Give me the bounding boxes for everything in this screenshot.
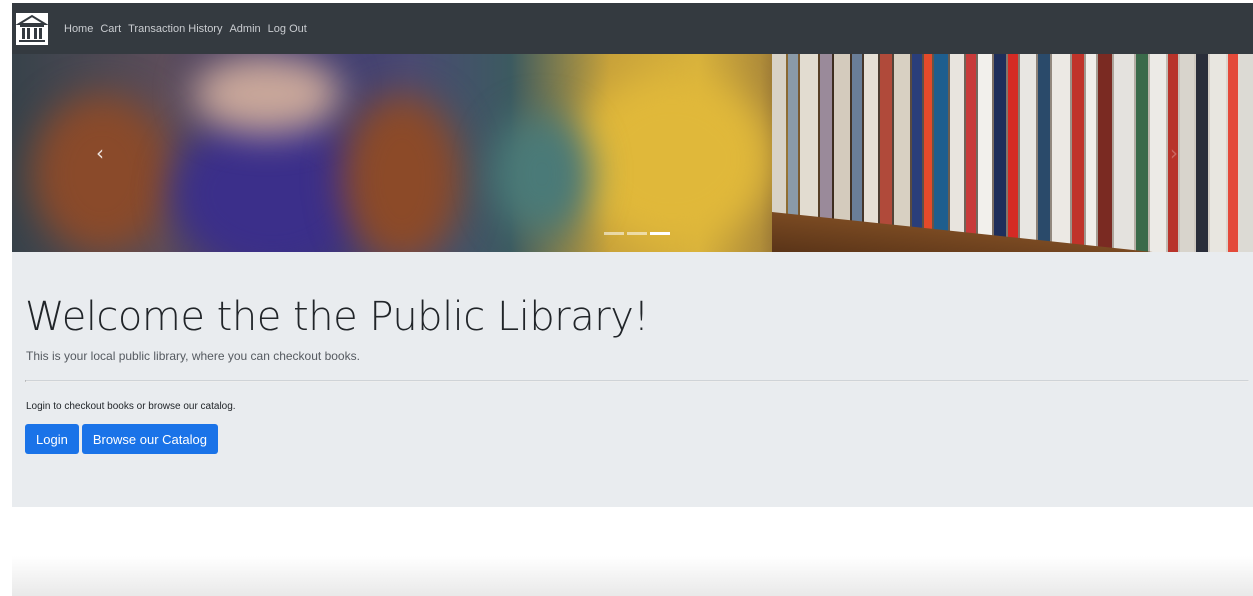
library-building-icon xyxy=(16,12,48,45)
welcome-jumbotron: Welcome the the Public Library! This is … xyxy=(12,252,1253,507)
page-title: Welcome the the Public Library! xyxy=(25,294,649,340)
brand-logo[interactable] xyxy=(15,12,49,46)
navbar: Home Cart Transaction History Admin Log … xyxy=(12,3,1253,54)
carousel-indicator-1[interactable] xyxy=(604,232,624,235)
login-button[interactable]: Login xyxy=(25,424,79,454)
carousel-indicator-3[interactable] xyxy=(650,232,670,235)
nav-link-admin[interactable]: Admin xyxy=(229,23,260,35)
nav-link-log-out[interactable]: Log Out xyxy=(268,23,307,35)
hero-carousel: ‹ › xyxy=(12,54,1253,252)
login-prompt: Login to checkout books or browse our ca… xyxy=(26,401,236,412)
nav-links: Home Cart Transaction History Admin Log … xyxy=(64,23,314,35)
carousel-slide-image xyxy=(12,54,1253,252)
page-footer-area xyxy=(12,556,1253,596)
browse-catalog-button[interactable]: Browse our Catalog xyxy=(81,424,218,454)
carousel-indicator-2[interactable] xyxy=(627,232,647,235)
action-buttons: Login Browse our Catalog xyxy=(25,424,218,454)
nav-link-home[interactable]: Home xyxy=(64,23,93,35)
chevron-left-icon[interactable]: ‹ xyxy=(90,143,110,163)
divider xyxy=(25,380,1249,382)
nav-link-cart[interactable]: Cart xyxy=(100,23,121,35)
lead-text: This is your local public library, where… xyxy=(26,349,360,363)
nav-link-transaction-history[interactable]: Transaction History xyxy=(128,23,222,35)
chevron-right-icon[interactable]: › xyxy=(1164,143,1184,163)
page: Home Cart Transaction History Admin Log … xyxy=(0,0,1253,596)
carousel-indicators xyxy=(604,232,670,235)
